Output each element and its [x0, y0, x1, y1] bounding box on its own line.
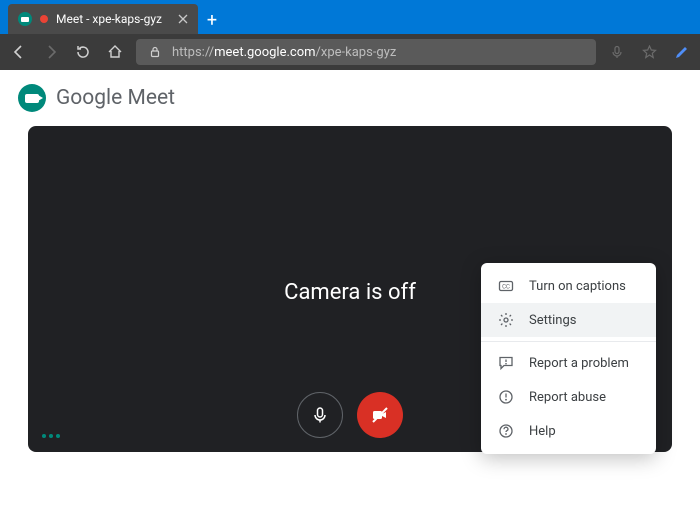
home-icon[interactable] [104, 41, 126, 63]
menu-label: Turn on captions [529, 279, 626, 294]
options-menu: CC Turn on captions Settings Report a pr… [481, 263, 656, 454]
menu-item-help[interactable]: Help [481, 414, 656, 448]
menu-item-captions[interactable]: CC Turn on captions [481, 269, 656, 303]
browser-toolbar: https://meet.google.com/xpe-kaps-gyz [0, 34, 700, 70]
call-controls [297, 392, 403, 438]
toggle-camera-button[interactable] [357, 392, 403, 438]
menu-item-settings[interactable]: Settings [481, 303, 656, 337]
tab-title: Meet - xpe-kaps-gyz [56, 12, 162, 26]
menu-label: Report a problem [529, 356, 629, 371]
recording-indicator-icon [40, 15, 48, 23]
page-content: Google Meet Camera is off CC [0, 70, 700, 522]
menu-label: Settings [529, 313, 576, 328]
gear-icon [497, 312, 515, 328]
lock-icon [144, 41, 166, 63]
mic-permission-icon[interactable] [606, 41, 628, 63]
captions-icon: CC [497, 278, 515, 294]
menu-divider [481, 341, 656, 342]
meet-favicon [18, 12, 32, 26]
brand-header: Google Meet [0, 70, 700, 126]
menu-label: Help [529, 424, 556, 439]
edit-icon[interactable] [670, 41, 692, 63]
toggle-mic-button[interactable] [297, 392, 343, 438]
address-bar[interactable]: https://meet.google.com/xpe-kaps-gyz [136, 39, 596, 65]
url-text: https://meet.google.com/xpe-kaps-gyz [172, 45, 396, 60]
brand-title: Google Meet [56, 86, 175, 110]
more-options-button[interactable] [42, 434, 60, 438]
help-icon [497, 423, 515, 439]
menu-item-report-problem[interactable]: Report a problem [481, 346, 656, 380]
camera-off-label: Camera is off [284, 280, 416, 305]
meet-logo-icon [18, 84, 46, 112]
report-abuse-icon [497, 389, 515, 405]
menu-label: Report abuse [529, 390, 606, 405]
back-icon[interactable] [8, 41, 30, 63]
refresh-icon[interactable] [72, 41, 94, 63]
browser-titlebar: Meet - xpe-kaps-gyz + [0, 0, 700, 34]
tab-close-icon[interactable] [178, 14, 188, 24]
menu-item-report-abuse[interactable]: Report abuse [481, 380, 656, 414]
forward-icon [40, 41, 62, 63]
browser-tab[interactable]: Meet - xpe-kaps-gyz [8, 4, 198, 34]
new-tab-button[interactable]: + [198, 6, 226, 34]
svg-text:CC: CC [502, 284, 510, 291]
feedback-icon [497, 355, 515, 371]
favorite-icon[interactable] [638, 41, 660, 63]
